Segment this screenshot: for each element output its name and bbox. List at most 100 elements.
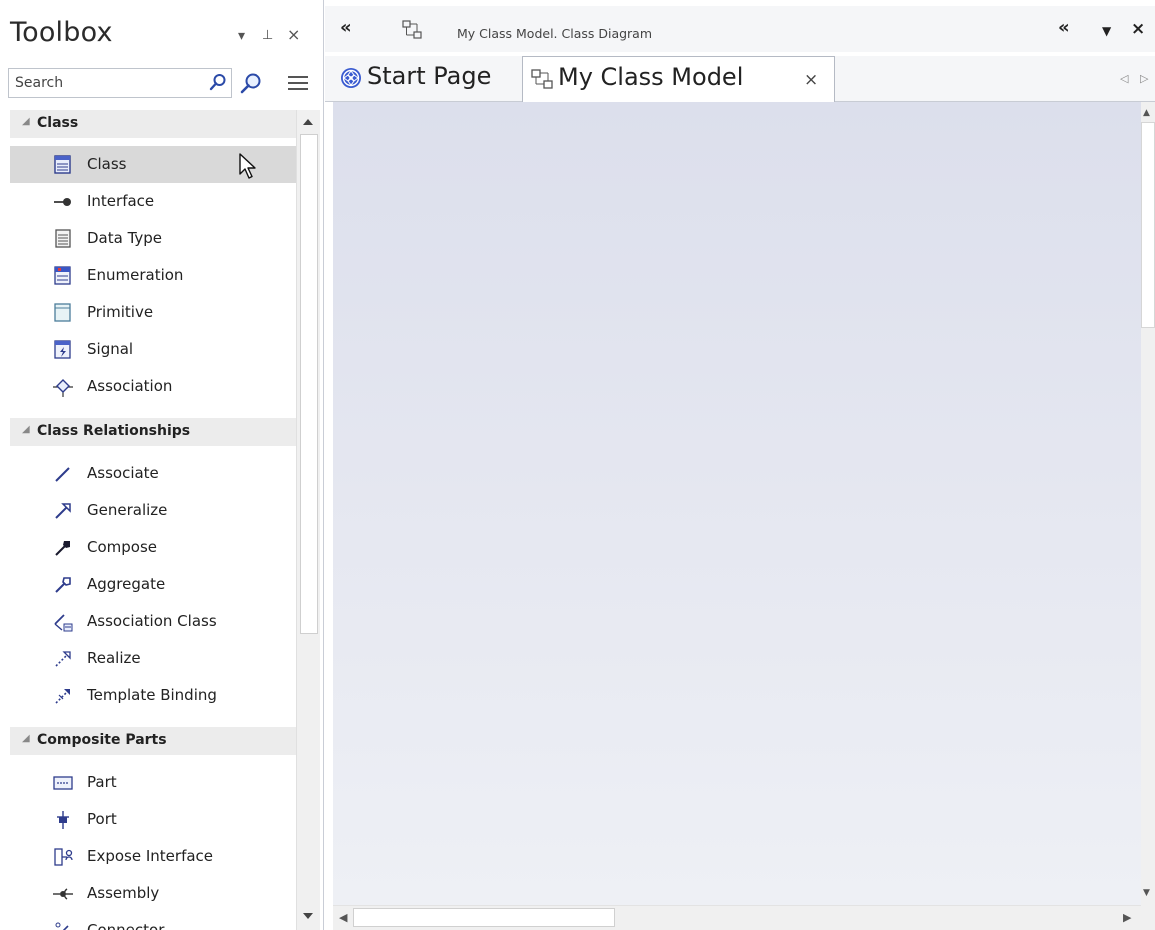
scroll-down-arrow-icon[interactable]: ▼ bbox=[1143, 888, 1150, 898]
primitive-icon bbox=[53, 303, 73, 323]
tool-label: Associate bbox=[87, 464, 159, 482]
tool-label: Primitive bbox=[87, 303, 154, 321]
tool-item-realize[interactable]: Realize bbox=[10, 640, 296, 677]
toolbox-dropdown-button[interactable]: ▾ bbox=[238, 28, 245, 44]
tab-scroll-left-button[interactable]: ◁ bbox=[1120, 72, 1128, 85]
signal-icon bbox=[53, 340, 73, 360]
toolbox-title: Toolbox bbox=[10, 17, 113, 48]
diagram-canvas[interactable] bbox=[333, 102, 1141, 905]
tool-label: Compose bbox=[87, 538, 158, 556]
search-icon[interactable] bbox=[209, 73, 227, 91]
tab-close-button[interactable]: × bbox=[804, 70, 818, 90]
tool-item-expose-interface[interactable]: Expose Interface bbox=[10, 838, 296, 875]
compose-icon bbox=[53, 538, 73, 558]
data-type-icon bbox=[53, 229, 73, 249]
toolbox-close-button[interactable]: × bbox=[287, 25, 300, 44]
tool-item-compose[interactable]: Compose bbox=[10, 529, 296, 566]
tool-label: Part bbox=[87, 773, 117, 791]
tool-item-connector[interactable]: Connector bbox=[10, 912, 296, 930]
toolbox-scrollbar[interactable] bbox=[296, 110, 320, 930]
diagram-panel: « My Class Model. Class Diagram « ▼ × St… bbox=[325, 0, 1155, 930]
tool-item-aggregate[interactable]: Aggregate bbox=[10, 566, 296, 603]
tool-item-association-class[interactable]: Association Class bbox=[10, 603, 296, 640]
canvas-vertical-scrollbar[interactable]: ▲ ▼ bbox=[1141, 102, 1155, 905]
toolbox-search-row bbox=[8, 68, 320, 98]
group-header-class-relationships[interactable]: ◢ Class Relationships bbox=[10, 418, 296, 446]
tool-label: Signal bbox=[87, 340, 134, 358]
toolbox-titlebar: Toolbox ▾ ⊥ × bbox=[0, 6, 323, 58]
tool-item-primitive[interactable]: Primitive bbox=[10, 294, 296, 331]
scroll-right-arrow-icon[interactable]: ▶ bbox=[1123, 911, 1131, 924]
diagram-titlebar: « My Class Model. Class Diagram « ▼ × bbox=[325, 6, 1155, 52]
group-header-class[interactable]: ◢ Class bbox=[10, 110, 296, 138]
collapse-triangle-icon[interactable]: ◢ bbox=[22, 733, 30, 744]
tool-label: Assembly bbox=[87, 884, 160, 902]
tool-label: Enumeration bbox=[87, 266, 184, 284]
tool-item-template-binding[interactable]: Template Binding bbox=[10, 677, 296, 714]
part-icon bbox=[53, 773, 73, 793]
tool-item-data-type[interactable]: Data Type bbox=[10, 220, 296, 257]
class-diagram-icon bbox=[531, 68, 553, 90]
document-tab-bar: Start Page My Class Model × ◁ ▷ bbox=[325, 56, 1155, 103]
associate-icon bbox=[53, 464, 73, 484]
search-input[interactable] bbox=[15, 73, 195, 93]
tab-start-page[interactable]: Start Page bbox=[335, 56, 521, 102]
tool-item-generalize[interactable]: Generalize bbox=[10, 492, 296, 529]
hamburger-menu-icon[interactable] bbox=[288, 74, 308, 92]
tool-item-port[interactable]: Port bbox=[10, 801, 296, 838]
tool-label: Template Binding bbox=[87, 686, 217, 704]
association-icon bbox=[53, 377, 73, 397]
scroll-down-arrow-icon[interactable] bbox=[300, 908, 316, 924]
port-icon bbox=[53, 810, 73, 830]
tool-label: Realize bbox=[87, 649, 141, 667]
tool-item-assembly[interactable]: Assembly bbox=[10, 875, 296, 912]
realize-icon bbox=[53, 649, 73, 669]
tool-item-signal[interactable]: Signal bbox=[10, 331, 296, 368]
tool-item-interface[interactable]: Interface bbox=[10, 183, 296, 220]
collapse-triangle-icon[interactable]: ◢ bbox=[22, 116, 30, 127]
class-diagram-icon bbox=[402, 20, 422, 40]
tool-label: Association bbox=[87, 377, 173, 395]
tool-label: Generalize bbox=[87, 501, 168, 519]
tool-label: Connector bbox=[87, 921, 165, 930]
group-label: Class Relationships bbox=[37, 423, 191, 439]
tab-label: Start Page bbox=[367, 62, 492, 90]
expose-interface-icon bbox=[53, 847, 73, 867]
mouse-pointer-icon bbox=[238, 152, 258, 182]
scroll-up-arrow-icon[interactable]: ▲ bbox=[1143, 108, 1150, 118]
vertical-scroll-thumb[interactable] bbox=[1141, 122, 1155, 328]
tool-item-association[interactable]: Association bbox=[10, 368, 296, 405]
toolbox-item-list: ◢ Class Class Interface Data Type Enumer… bbox=[10, 110, 296, 930]
scroll-left-arrow-icon[interactable]: ◀ bbox=[339, 911, 347, 924]
tool-item-enumeration[interactable]: Enumeration bbox=[10, 257, 296, 294]
tool-label: Port bbox=[87, 810, 117, 828]
find-in-toolbox-icon[interactable] bbox=[240, 72, 262, 94]
tab-label: My Class Model bbox=[558, 63, 744, 91]
canvas-horizontal-scrollbar[interactable]: ◀ ▶ bbox=[333, 905, 1141, 930]
tool-item-associate[interactable]: Associate bbox=[10, 455, 296, 492]
tool-label: Class bbox=[87, 155, 127, 173]
expand-panel-button[interactable]: « bbox=[1058, 17, 1070, 38]
tool-label: Aggregate bbox=[87, 575, 166, 593]
collapse-panel-button[interactable]: « bbox=[340, 17, 352, 38]
association-class-icon bbox=[53, 612, 73, 632]
tab-scroll-right-button[interactable]: ▷ bbox=[1140, 72, 1148, 85]
tool-item-part[interactable]: Part bbox=[10, 764, 296, 801]
panel-menu-button[interactable]: ▼ bbox=[1102, 24, 1111, 38]
collapse-triangle-icon[interactable]: ◢ bbox=[22, 424, 30, 435]
tab-my-class-model[interactable]: My Class Model × bbox=[522, 56, 835, 103]
scroll-up-arrow-icon[interactable] bbox=[300, 114, 316, 130]
pin-icon[interactable]: ⊥ bbox=[262, 28, 273, 43]
toolbox-panel: Toolbox ▾ ⊥ × ◢ Class Class Inte bbox=[0, 0, 324, 930]
panel-close-button[interactable]: × bbox=[1131, 19, 1145, 39]
scrollbar-corner bbox=[1141, 905, 1155, 930]
toolbox-scroll-thumb[interactable] bbox=[300, 134, 318, 634]
group-header-composite-parts[interactable]: ◢ Composite Parts bbox=[10, 727, 296, 755]
assembly-icon bbox=[53, 884, 73, 904]
group-label: Class bbox=[37, 115, 79, 131]
horizontal-scroll-thumb[interactable] bbox=[353, 908, 615, 927]
tool-label: Association Class bbox=[87, 612, 217, 630]
search-box[interactable] bbox=[8, 68, 232, 98]
tool-label: Data Type bbox=[87, 229, 163, 247]
diagram-path: My Class Model. Class Diagram bbox=[457, 26, 653, 41]
